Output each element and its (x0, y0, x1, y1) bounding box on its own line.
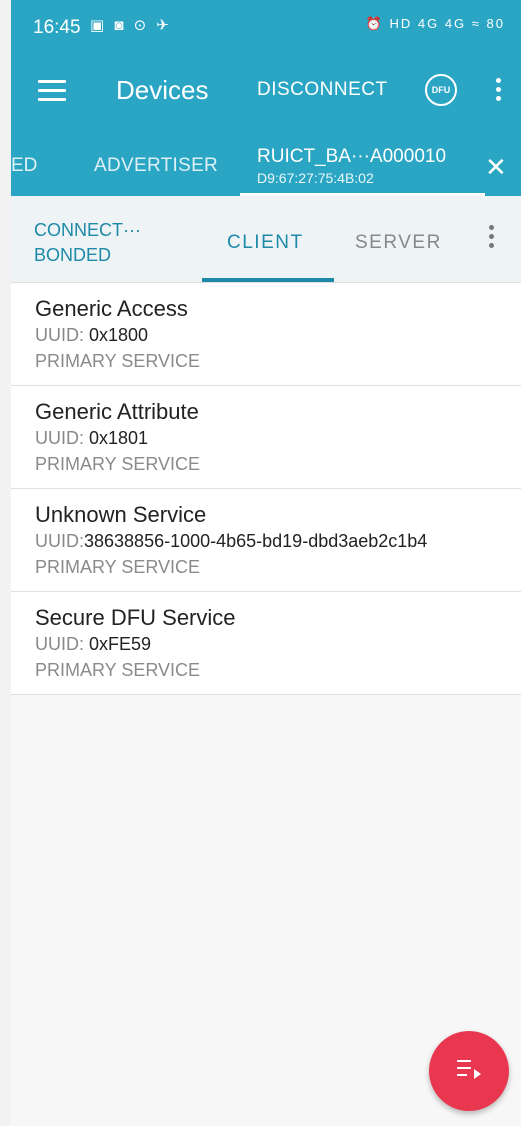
service-type: PRIMARY SERVICE (35, 660, 201, 680)
tab-client-label: CLIENT (227, 232, 304, 253)
state-connection: CONNECT··· (34, 220, 141, 240)
status-bar: 16:45 ▣ ◙ ⊙ ✈ ⏰ HD 4G 4G ≈ 80 (11, 0, 521, 48)
system-icons: ⏰ HD 4G 4G ≈ 80 (365, 16, 505, 31)
connection-state: CONNECT··· BONDED (34, 218, 141, 268)
service-item[interactable]: Secure DFU Service UUID: 0xFE59 PRIMARY … (11, 592, 521, 695)
uuid-label: UUID: (35, 428, 89, 448)
tab-indicator (202, 278, 334, 282)
device-address: D9:67:27:75:4B:02 (257, 170, 374, 186)
hamburger-menu-icon[interactable] (38, 80, 66, 102)
service-name: Secure DFU Service (35, 605, 236, 630)
uuid-label: UUID: (35, 531, 84, 551)
status-time: 16:45 (33, 17, 81, 38)
device-tabs: ED ADVERTISER RUICT_BA···A000010 D9:67:2… (11, 134, 521, 196)
notification-icons: ▣ ◙ ⊙ ✈ (90, 17, 172, 34)
page-title: Devices (116, 75, 209, 105)
uuid-label: UUID: (35, 634, 89, 654)
overflow-menu-icon[interactable] (496, 78, 502, 105)
client-server-tabs: CONNECT··· BONDED CLIENT SERVER (11, 196, 521, 282)
tab-server[interactable]: SERVER (355, 232, 442, 254)
service-item[interactable]: Unknown Service UUID: 38638856-1000-4b65… (11, 489, 521, 592)
service-name: Unknown Service (35, 502, 207, 527)
tab-client[interactable]: CLIENT (202, 196, 334, 282)
service-uuid: 0x1801 (89, 428, 149, 448)
service-name: Generic Attribute (35, 399, 199, 424)
dfu-icon[interactable]: DFU (425, 74, 457, 106)
service-uuid: 38638856-1000-4b65-bd19-dbd3aeb2c1b4 (84, 531, 428, 551)
service-type: PRIMARY SERVICE (35, 557, 201, 577)
log-list-icon (457, 1060, 481, 1081)
state-bond: BONDED (34, 245, 112, 265)
uuid-label: UUID: (35, 325, 89, 345)
service-item[interactable]: Generic Attribute UUID: 0x1801 PRIMARY S… (11, 386, 521, 489)
tab-partial[interactable]: ED (11, 155, 37, 177)
service-type: PRIMARY SERVICE (35, 454, 201, 474)
more-options-icon[interactable] (489, 225, 495, 252)
app-bar: Devices DISCONNECT DFU (11, 48, 521, 134)
service-uuid: 0x1800 (89, 325, 149, 345)
close-icon[interactable]: ✕ (485, 152, 507, 183)
service-uuid: 0xFE59 (89, 634, 152, 654)
log-fab-button[interactable] (429, 1031, 509, 1111)
disconnect-button[interactable]: DISCONNECT (257, 79, 388, 101)
service-name: Generic Access (35, 296, 188, 321)
service-type: PRIMARY SERVICE (35, 351, 201, 371)
device-name: RUICT_BA···A000010 (257, 146, 447, 167)
tab-device[interactable]: RUICT_BA···A000010 D9:67:27:75:4B:02 (240, 134, 495, 196)
service-list: Generic Access UUID: 0x1800 PRIMARY SERV… (11, 283, 521, 695)
tab-advertiser[interactable]: ADVERTISER (94, 155, 218, 177)
service-item[interactable]: Generic Access UUID: 0x1800 PRIMARY SERV… (11, 283, 521, 386)
phone-screen: 16:45 ▣ ◙ ⊙ ✈ ⏰ HD 4G 4G ≈ 80 Devices DI… (11, 0, 521, 1126)
